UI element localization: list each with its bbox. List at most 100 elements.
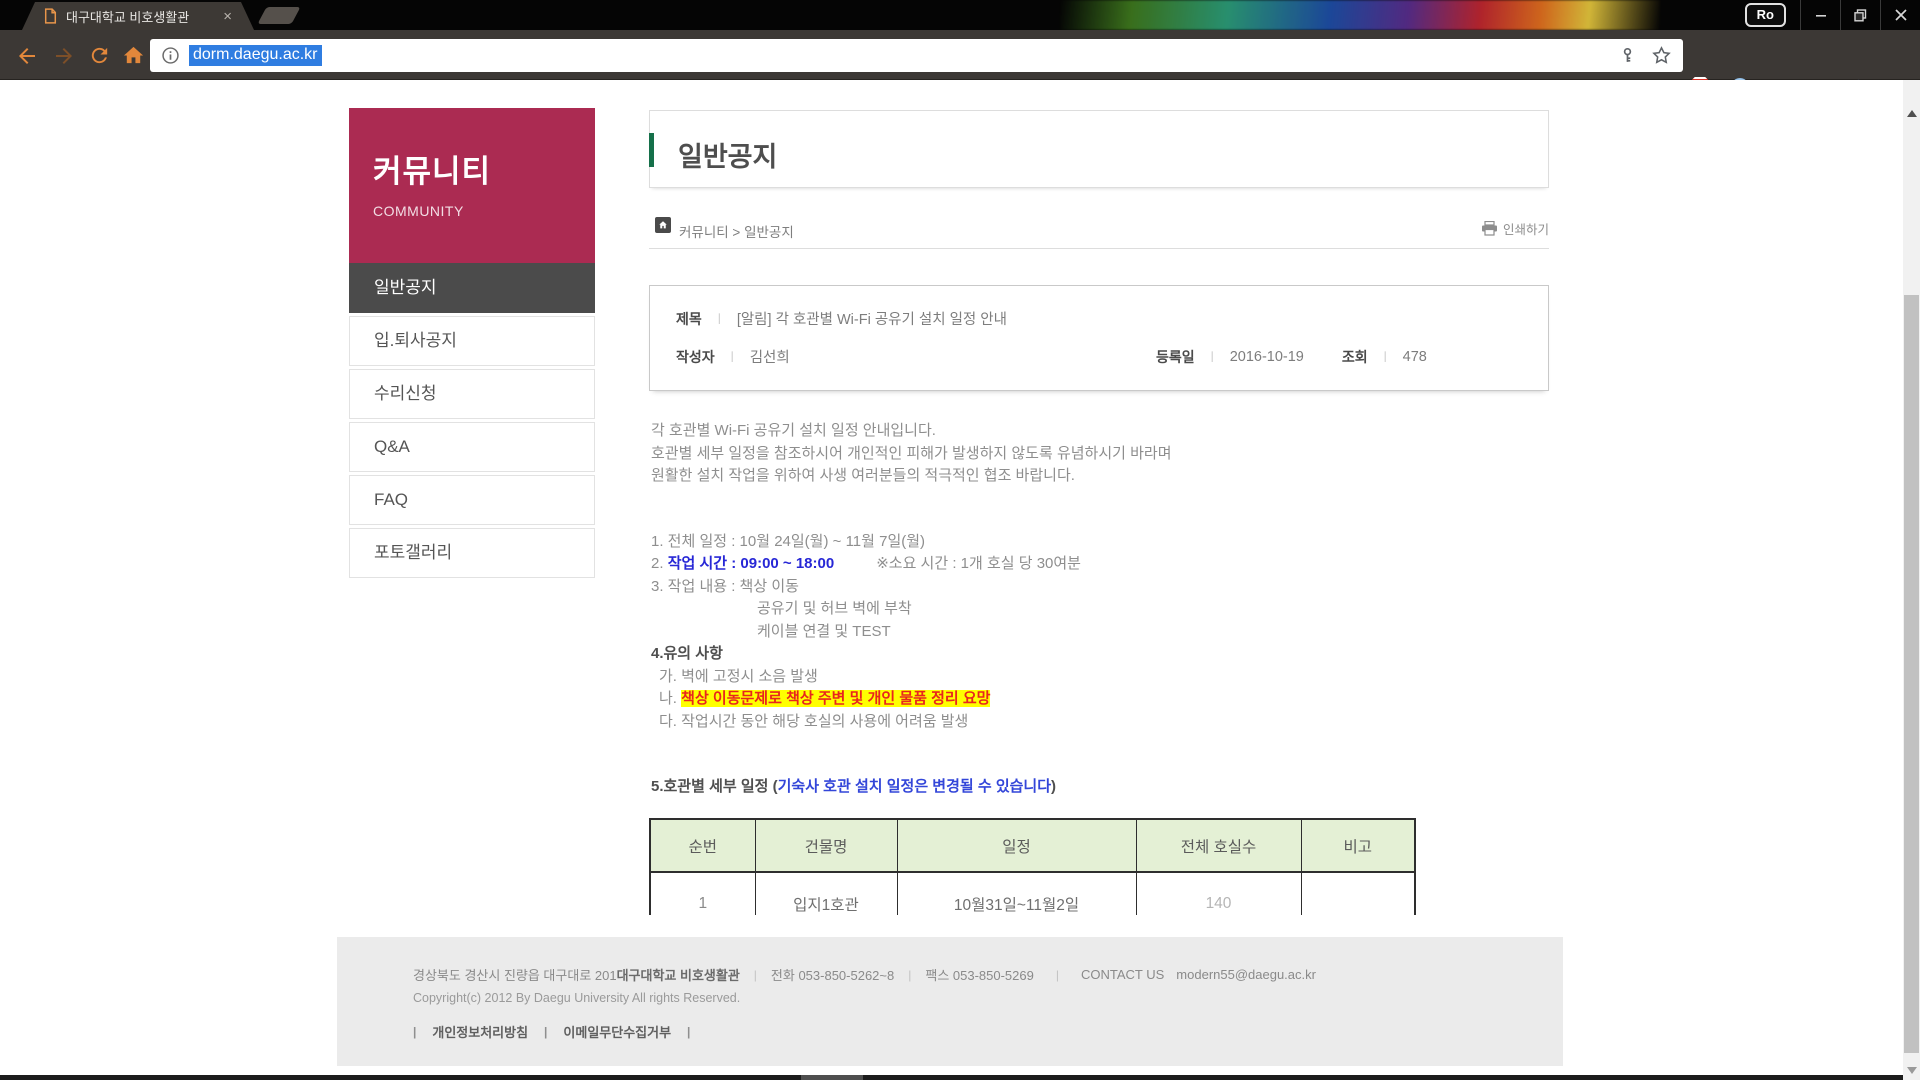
cell-remarks — [1301, 872, 1415, 915]
restore-button[interactable] — [1840, 0, 1880, 30]
divider: ㅣ — [727, 348, 738, 365]
sidebar-header: 커뮤니티 COMMUNITY — [349, 108, 595, 263]
print-button[interactable]: 인쇄하기 — [1481, 219, 1549, 238]
notice-author: 김선희 — [750, 346, 790, 367]
forward-icon — [52, 44, 76, 68]
scrollbar-thumb[interactable] — [1904, 295, 1919, 1053]
body-line: 다. 작업시간 동안 해당 호실의 사용에 어려움 발생 — [651, 711, 1549, 734]
footer-links: | 개인정보처리방침 | 이메일무단수집거부 | — [413, 1022, 1563, 1041]
body-line: 2. 작업 시간 : 09:00 ~ 18:00※소요 시간 : 1개 호실 당… — [651, 553, 1549, 576]
notice-meta-row: 작성자 ㅣ 김선희 등록일 ㅣ 2016-10-19 조회 ㅣ 478 — [676, 346, 1524, 367]
notice-date: 2016-10-19 — [1230, 349, 1304, 365]
scrollbar-down-arrow[interactable] — [1907, 1067, 1917, 1074]
back-icon — [15, 44, 39, 68]
sidebar-item-faq[interactable]: FAQ — [349, 475, 595, 525]
breadcrumb-home-icon[interactable] — [655, 217, 671, 233]
bookmark-star-icon[interactable] — [1652, 46, 1671, 65]
page-scrollbar[interactable] — [1903, 80, 1920, 1080]
site-footer: 경상북도 경산시 진량읍 대구대로 201 대구대학교 비호생활관 | 전화 0… — [337, 937, 1563, 1066]
footer-address: 경상북도 경산시 진량읍 대구대로 201 — [413, 965, 617, 984]
page-title: 일반공지 — [678, 135, 777, 174]
browser-toolbar: dorm.daegu.ac.kr 1427 — [0, 30, 1920, 80]
back-button[interactable] — [15, 44, 39, 68]
notice-subject: [알림] 각 호관별 Wi-Fi 공유기 설치 일정 안내 — [737, 308, 1007, 329]
new-tab-button[interactable] — [257, 7, 300, 24]
date-label: 등록일 — [1156, 347, 1195, 367]
sidebar-item-photo-gallery[interactable]: 포토갤러리 — [349, 528, 595, 578]
schedule-table: 순번 건물명 일정 전체 호실수 비고 1 입지1호관 10월31일~11월2일… — [649, 818, 1416, 915]
divider: ㅣ — [714, 310, 725, 327]
author-label: 작성자 — [676, 347, 715, 367]
cell-rooms: 140 — [1136, 872, 1301, 915]
print-label: 인쇄하기 — [1503, 219, 1549, 238]
home-icon — [122, 44, 145, 67]
body-line: 공유기 및 허브 벽에 부착 — [651, 598, 1549, 621]
notice-subject-row: 제목 ㅣ [알림] 각 호관별 Wi-Fi 공유기 설치 일정 안내 — [676, 308, 1007, 329]
sidebar: 커뮤니티 COMMUNITY 일반공지 입.퇴사공지 수리신청 Q&A FAQ … — [349, 108, 595, 578]
close-button[interactable] — [1880, 0, 1920, 30]
close-icon — [1895, 9, 1907, 21]
browser-tab[interactable]: 대구대학교 비호생활관 × — [22, 2, 254, 30]
body-line: 케이블 연결 및 TEST — [651, 621, 1549, 644]
divider: | — [908, 968, 911, 982]
views-label: 조회 — [1342, 347, 1368, 367]
col-rooms: 전체 호실수 — [1136, 819, 1301, 872]
footer-email[interactable]: modern55@daegu.ac.kr — [1176, 967, 1316, 982]
table-header-row: 순번 건물명 일정 전체 호실수 비고 — [650, 819, 1415, 872]
email-refusal-link[interactable]: 이메일무단수집거부 — [563, 1022, 671, 1041]
sidebar-title: 커뮤니티 — [373, 146, 595, 191]
footer-phone: 전화 053-850-5262~8 — [771, 965, 894, 984]
col-remarks: 비고 — [1301, 819, 1415, 872]
sidebar-item-qna[interactable]: Q&A — [349, 422, 595, 472]
cell-schedule: 10월31일~11월2일 — [897, 872, 1136, 915]
page-title-box: 일반공지 — [649, 110, 1549, 188]
divider: | — [1056, 968, 1059, 982]
reload-button[interactable] — [88, 44, 112, 68]
footer-fax: 팩스 053-850-5269 — [925, 965, 1034, 984]
schedule-note-highlight: 기숙사 호관 설치 일정은 변경될 수 있습니다 — [778, 778, 1051, 795]
footer-address-line: 경상북도 경산시 진량읍 대구대로 201 대구대학교 비호생활관 | 전화 0… — [413, 965, 1563, 984]
restore-icon — [1854, 9, 1867, 22]
sidebar-item-repair-request[interactable]: 수리신청 — [349, 369, 595, 419]
url-text-selected[interactable]: dorm.daegu.ac.kr — [189, 45, 322, 66]
title-accent-bar — [649, 133, 654, 167]
url-bar[interactable]: dorm.daegu.ac.kr — [150, 39, 1683, 72]
footer-copyright: Copyright(c) 2012 By Daegu University Al… — [413, 991, 1563, 1005]
scrollbar-up-arrow[interactable] — [1907, 110, 1917, 117]
body-line: 4.유의 사항 — [651, 643, 1549, 666]
privacy-policy-link[interactable]: 개인정보처리방침 — [432, 1022, 528, 1041]
page-info-icon[interactable] — [162, 47, 179, 64]
window-titlebar: 대구대학교 비호생활관 × Ro — [0, 0, 1920, 30]
body-line: 5.호관별 세부 일정 (기숙사 호관 설치 일정은 변경될 수 있습니다) — [651, 776, 1549, 799]
divider: | — [413, 1025, 416, 1039]
body-line: 3. 작업 내용 : 책상 이동 — [651, 576, 1549, 599]
sidebar-subtitle: COMMUNITY — [373, 203, 595, 219]
taskbar-edge-segment — [801, 1075, 863, 1080]
subject-label: 제목 — [676, 309, 702, 329]
body-line: 가. 벽에 고정시 소음 발생 — [651, 666, 1549, 689]
sidebar-item-general-notice[interactable]: 일반공지 — [349, 263, 595, 313]
table-row: 1 입지1호관 10월31일~11월2일 140 — [650, 872, 1415, 915]
page-viewport: 커뮤니티 COMMUNITY 일반공지 입.퇴사공지 수리신청 Q&A FAQ … — [0, 80, 1920, 1080]
body-line: 호관별 세부 일정을 참조하시어 개인적인 피해가 발생하지 않도록 유념하시기… — [651, 443, 1549, 466]
breadcrumb-row: 커뮤니티 > 일반공지 인쇄하기 — [649, 215, 1549, 249]
body-line: 1. 전체 일정 : 10월 24일(월) ~ 11월 7일(월) — [651, 531, 1549, 554]
minimize-button[interactable] — [1800, 0, 1840, 30]
footer-contact-label: CONTACT US — [1081, 967, 1164, 982]
home-button[interactable] — [122, 44, 146, 68]
profile-button[interactable]: Ro — [1745, 3, 1786, 27]
tab-title: 대구대학교 비호생활관 — [66, 7, 217, 26]
password-key-icon[interactable] — [1619, 47, 1636, 64]
window-controls: Ro — [1745, 0, 1920, 30]
breadcrumb[interactable]: 커뮤니티 > 일반공지 — [679, 221, 794, 241]
forward-button[interactable] — [52, 44, 76, 68]
footer-site-name: 대구대학교 비호생활관 — [617, 965, 740, 984]
notice-header-box: 제목 ㅣ [알림] 각 호관별 Wi-Fi 공유기 설치 일정 안내 작성자 ㅣ… — [649, 285, 1549, 391]
divider: | — [754, 968, 757, 982]
reload-icon — [88, 44, 111, 67]
warning-highlight: 책상 이동문제로 책상 주변 및 개인 물품 정리 요망 — [681, 690, 990, 707]
sidebar-item-movein-notice[interactable]: 입.퇴사공지 — [349, 316, 595, 366]
tab-close-icon[interactable]: × — [223, 9, 232, 24]
col-number: 순번 — [650, 819, 755, 872]
body-line: 원활한 설치 작업을 위하여 사생 여러분들의 적극적인 협조 바랍니다. — [651, 465, 1549, 488]
